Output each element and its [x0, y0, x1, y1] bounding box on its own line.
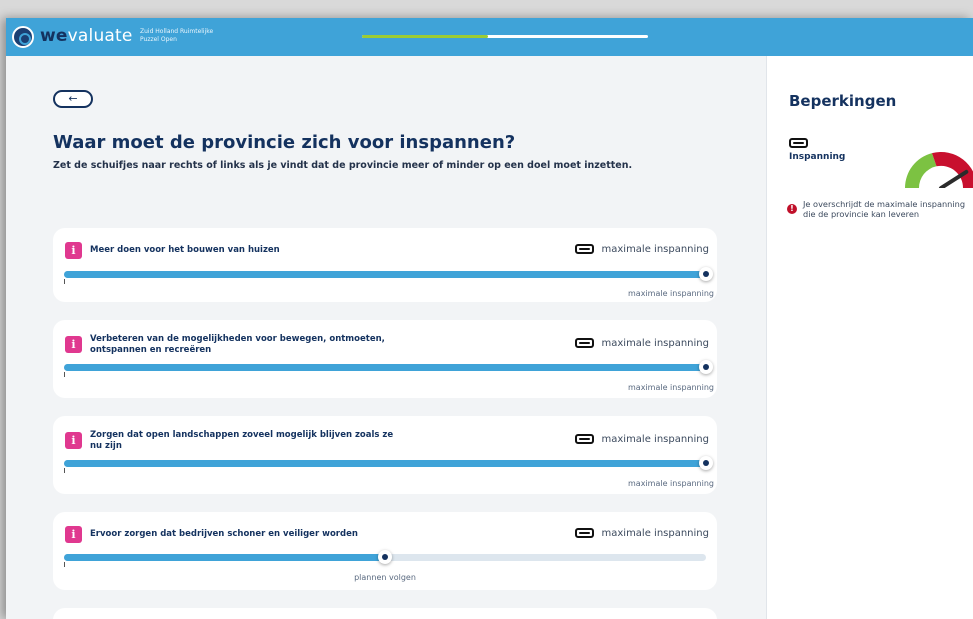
max-effort-indicator: maximale inspanning	[574, 338, 710, 349]
goal-title-line: Meer doen voor het bouwen van huizen	[90, 245, 280, 255]
app-window: wevaluate Zuid Holland Ruimtelijke Puzze…	[6, 18, 973, 619]
goal-card: i Ervoor zorgen dat bedrijven schoner en…	[53, 512, 717, 590]
info-icon[interactable]: i	[65, 432, 82, 449]
arrow-left-icon: ←	[68, 92, 78, 105]
goal-title-line: ontspannen en recreëren	[90, 345, 212, 355]
goal-title-line: Verbeteren van de mogelijkheden voor bew…	[90, 334, 385, 344]
slider-value-label: plannen volgen	[354, 573, 416, 582]
effort-slider[interactable]	[64, 456, 713, 470]
battery-icon	[574, 338, 594, 348]
main-content: ← Waar moet de provincie zich voor inspa…	[6, 56, 766, 619]
goal-title: Zorgen dat open landschappen zoveel moge…	[90, 430, 400, 452]
slider-fill	[64, 364, 706, 371]
battery-icon	[574, 434, 594, 444]
slider-handle[interactable]	[699, 360, 713, 374]
goal-title: Ervoor zorgen dat bedrijven schoner en v…	[90, 529, 400, 540]
max-effort-indicator: maximale inspanning	[574, 434, 710, 445]
max-effort-label: maximale inspanning	[601, 338, 710, 349]
goal-title: Meer doen voor het bouwen van huizen	[90, 245, 400, 256]
brand-bold: we	[40, 26, 68, 46]
effort-slider[interactable]	[64, 550, 706, 564]
slider-fill	[64, 271, 706, 278]
brand-name: wevaluate	[40, 26, 133, 46]
slider-fill	[64, 554, 385, 561]
warning-icon: !	[787, 204, 797, 214]
info-icon[interactable]: i	[65, 336, 82, 353]
goal-card: i Zorgen dat open landschappen zoveel mo…	[53, 416, 717, 494]
max-effort-label: maximale inspanning	[601, 434, 710, 445]
page-title: Waar moet de provincie zich voor inspann…	[53, 132, 516, 153]
battery-icon	[574, 244, 594, 254]
effort-slider[interactable]	[64, 267, 713, 281]
max-effort-label: maximale inspanning	[601, 528, 710, 539]
goal-card	[53, 608, 717, 619]
page-instructions: Zet de schuifjes naar rechts of links al…	[53, 160, 633, 171]
constraints-panel: Beperkingen Inspanning ! Je overschrijdt…	[766, 56, 973, 619]
slider-min-tick	[64, 279, 65, 284]
goal-title: Verbeteren van de mogelijkheden voor bew…	[90, 334, 400, 356]
goal-card: i Verbeteren van de mogelijkheden voor b…	[53, 320, 717, 398]
survey-progress-fill	[362, 35, 488, 38]
max-effort-label: maximale inspanning	[601, 244, 710, 255]
slider-value-label: maximale inspanning	[628, 289, 714, 298]
goal-card: i Meer doen voor het bouwen van huizen m…	[53, 228, 717, 302]
slider-handle[interactable]	[699, 267, 713, 281]
slider-value-label: maximale inspanning	[628, 383, 714, 392]
slider-handle[interactable]	[699, 456, 713, 470]
slider-fill	[64, 460, 706, 467]
constraint-label: Inspanning	[789, 152, 846, 162]
slider-handle[interactable]	[378, 550, 392, 564]
info-icon[interactable]: i	[65, 242, 82, 259]
top-bar: wevaluate Zuid Holland Ruimtelijke Puzze…	[6, 18, 973, 56]
constraints-title: Beperkingen	[789, 92, 897, 110]
effort-slider[interactable]	[64, 360, 713, 374]
goal-title-line: Ervoor zorgen dat bedrijven schoner en v…	[90, 529, 358, 539]
project-subtitle-line-2: Puzzel Open	[140, 36, 177, 43]
goal-title-line: nu zijn	[90, 441, 122, 451]
warning-text: Je overschrijdt de maximale inspanning d…	[803, 199, 966, 219]
survey-progress-bar	[362, 35, 648, 38]
effort-gauge	[905, 151, 973, 188]
slider-min-tick	[64, 468, 65, 473]
info-icon[interactable]: i	[65, 526, 82, 543]
battery-icon	[789, 132, 808, 151]
slider-min-tick	[64, 372, 65, 377]
wevaluate-logo-icon	[12, 26, 34, 48]
slider-min-tick	[64, 562, 65, 567]
max-effort-indicator: maximale inspanning	[574, 528, 710, 539]
project-subtitle-line-1: Zuid Holland Ruimtelijke	[140, 28, 214, 35]
max-effort-indicator: maximale inspanning	[574, 244, 710, 255]
goal-title-line: Zorgen dat open landschappen zoveel moge…	[90, 430, 394, 440]
project-subtitle: Zuid Holland Ruimtelijke Puzzel Open	[140, 28, 250, 44]
gauge-ok-arc	[905, 153, 937, 188]
slider-value-label: maximale inspanning	[628, 479, 714, 488]
brand-rest: valuate	[67, 26, 133, 46]
battery-icon	[574, 528, 594, 538]
back-button[interactable]: ←	[53, 90, 93, 108]
